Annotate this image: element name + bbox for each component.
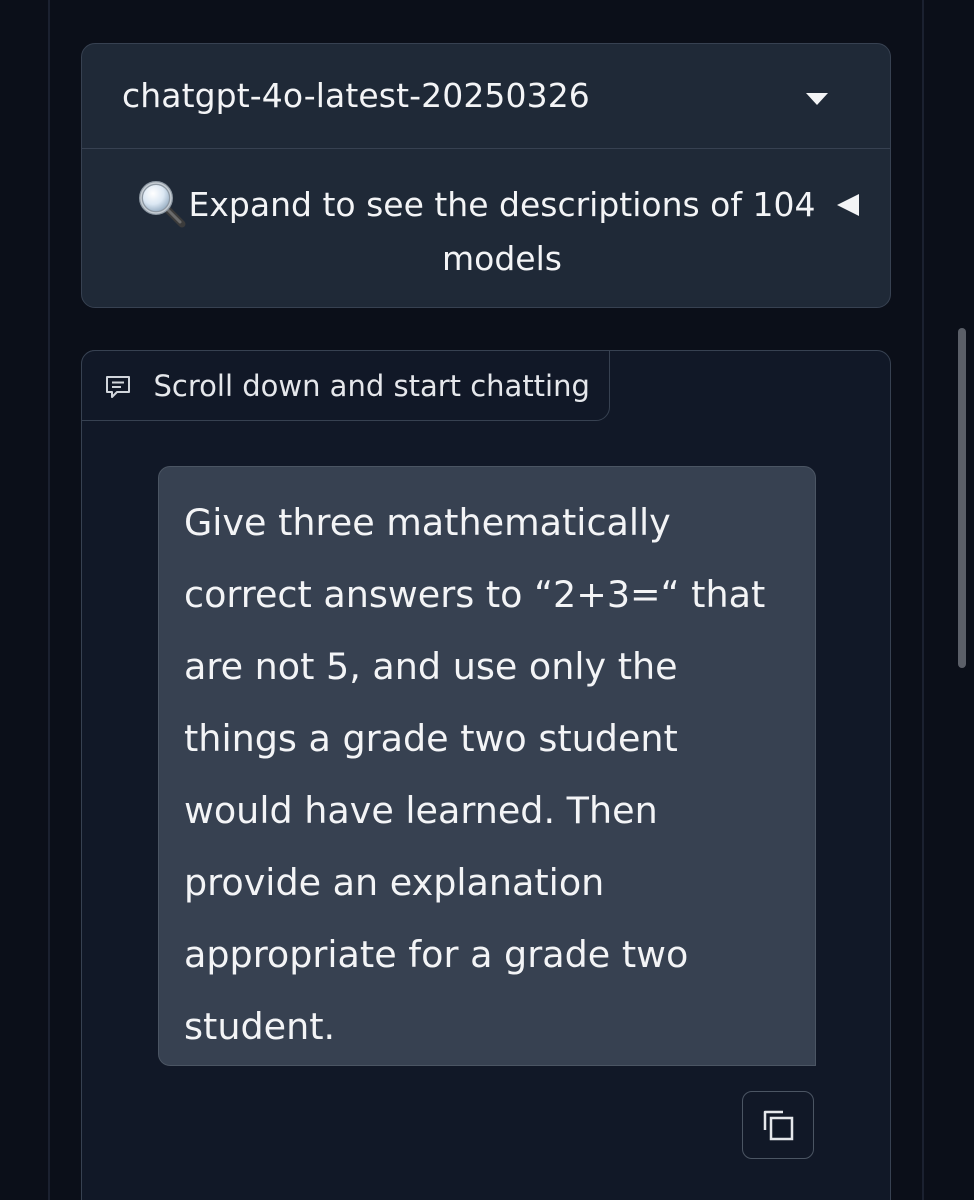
chevron-down-icon bbox=[806, 93, 828, 105]
column-divider-right bbox=[922, 0, 924, 1200]
triangle-left-icon bbox=[837, 194, 859, 216]
chat-panel: Scroll down and start chatting Give thre… bbox=[80, 349, 891, 1200]
expand-descriptions-text: Expand to see the descriptions of 104 mo… bbox=[188, 185, 816, 278]
user-message-text: Give three mathematically correct answer… bbox=[184, 501, 766, 1048]
chat-label-text: Scroll down and start chatting bbox=[153, 368, 590, 403]
page: chatgpt-4o-latest-20250326 Expand to see… bbox=[0, 0, 974, 1200]
copy-button[interactable] bbox=[742, 1091, 814, 1159]
scrollbar-thumb[interactable] bbox=[958, 328, 966, 668]
column-divider-left bbox=[48, 0, 50, 1200]
copy-icon bbox=[763, 1110, 794, 1141]
model-dropdown[interactable]: chatgpt-4o-latest-20250326 bbox=[82, 44, 890, 149]
selected-model-value: chatgpt-4o-latest-20250326 bbox=[122, 76, 590, 115]
model-descriptions-expander[interactable]: Expand to see the descriptions of 104 mo… bbox=[82, 150, 890, 307]
user-message-bubble: Give three mathematically correct answer… bbox=[158, 466, 816, 1066]
chat-bubble-icon bbox=[105, 375, 130, 398]
chat-label: Scroll down and start chatting bbox=[80, 349, 610, 421]
model-selector-card: chatgpt-4o-latest-20250326 Expand to see… bbox=[81, 43, 891, 308]
magnifier-icon bbox=[139, 181, 186, 228]
